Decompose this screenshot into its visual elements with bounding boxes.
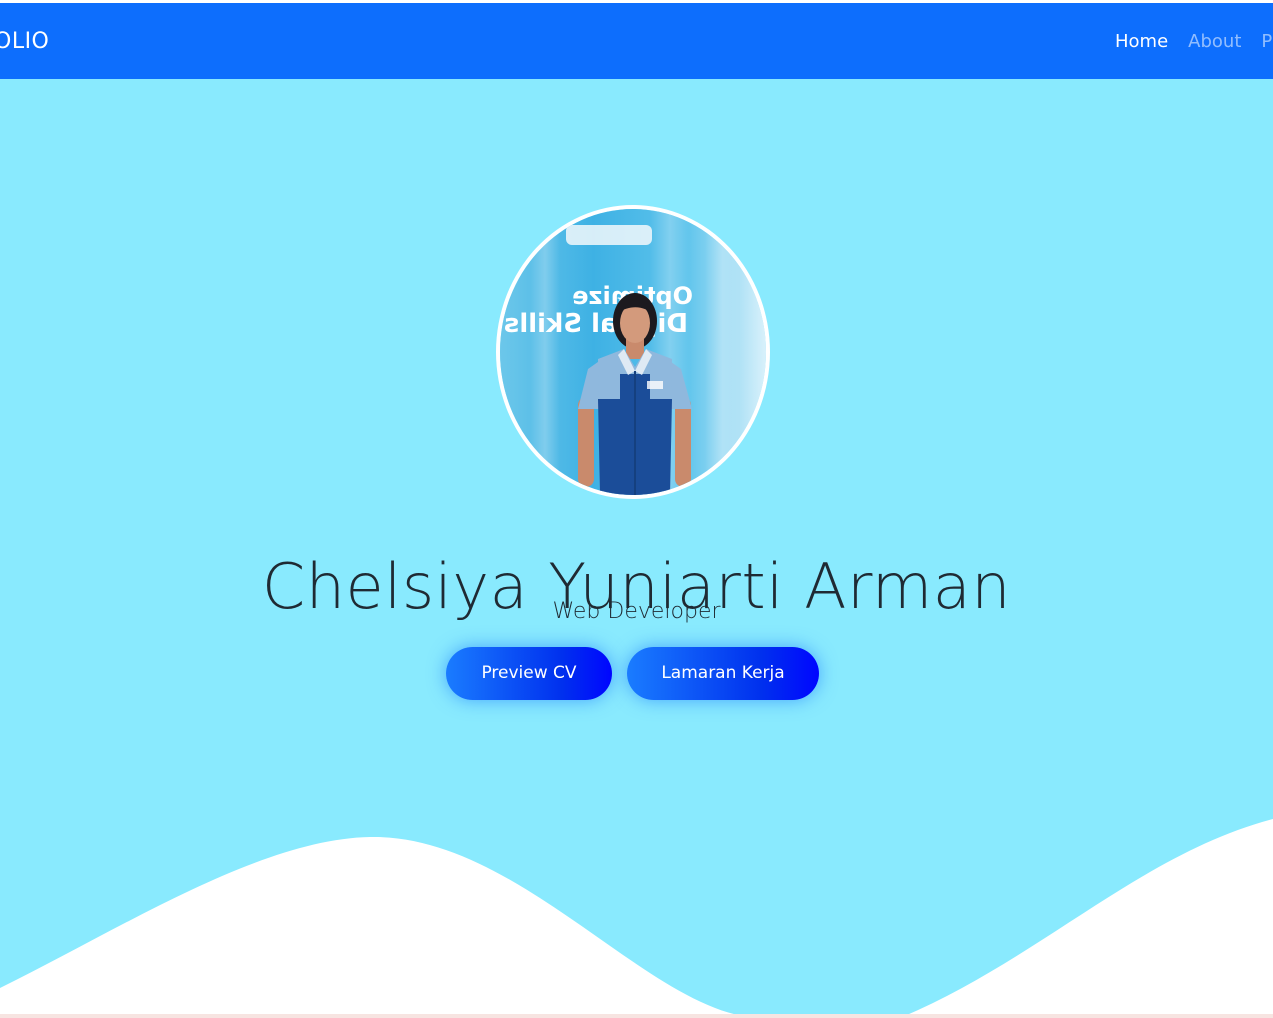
nav-links: Home About Pr	[1115, 30, 1273, 54]
backdrop-text-2: Digital Skills	[504, 309, 688, 339]
page: OLIO Home About Pr	[0, 0, 1273, 1018]
hero-section: Optimize Digital Skills your	[0, 79, 1273, 1018]
nav-link-about[interactable]: About	[1188, 30, 1241, 54]
profile-photo: Optimize Digital Skills your	[496, 205, 770, 499]
profile-photo-image: Optimize Digital Skills your	[500, 209, 766, 495]
navbar-brand[interactable]: OLIO	[0, 28, 49, 56]
navbar: OLIO Home About Pr	[0, 3, 1273, 79]
hero-role: Web Developer	[552, 599, 721, 624]
bottom-divider	[0, 1014, 1273, 1018]
nav-link-home[interactable]: Home	[1115, 30, 1168, 54]
preview-cv-button[interactable]: Preview CV	[446, 647, 612, 700]
nav-link-projects[interactable]: Pr	[1261, 30, 1273, 54]
job-application-button[interactable]: Lamaran Kerja	[627, 647, 819, 700]
